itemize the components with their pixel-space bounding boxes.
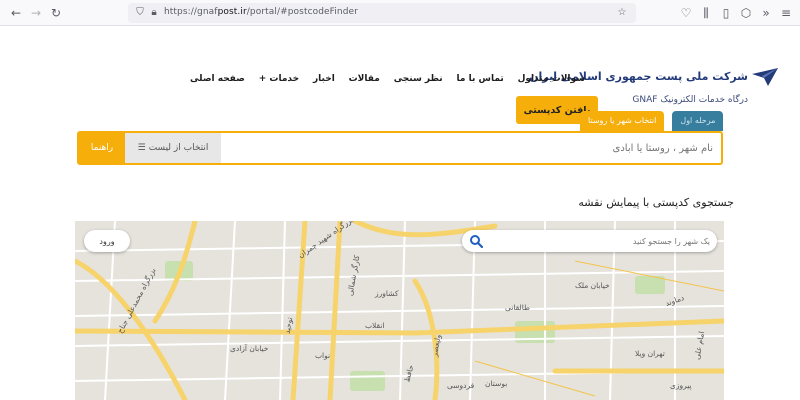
shield-icon[interactable]: ⛉ — [134, 7, 146, 19]
list-icon: ☰ — [137, 143, 146, 153]
browser-toolbar: ← → ↻ ⛉ 🔒︎ https://gnafpost.ir/portal/#p… — [0, 0, 800, 26]
url-text: https://gnafpost.ir/portal/#postcodeFind… — [164, 7, 358, 17]
logo-subtitle: درگاه خدمات الکترونیک GNAF — [632, 95, 748, 105]
finder-tabs: انتخاب شهر یا روستا مرحله اول — [580, 111, 724, 131]
city-search-box: راهنما انتخاب از لیست ☰ — [77, 131, 723, 165]
post-bird-logo-icon[interactable] — [750, 66, 780, 88]
map-label: انقلاب — [365, 321, 385, 330]
overflow-icon[interactable]: » — [758, 5, 774, 21]
map-label: فردوسی — [447, 381, 475, 390]
login-button[interactable]: ورود — [84, 230, 130, 252]
map-label: تهران ویلا — [635, 349, 665, 358]
bookmark-star-icon[interactable]: ☆ — [616, 7, 628, 19]
map-label: خیابان آزادی — [230, 344, 269, 353]
nav-home[interactable]: صفحه اصلی — [190, 74, 245, 84]
tab-select-city[interactable]: انتخاب شهر یا روستا — [580, 111, 665, 131]
map-search-input[interactable] — [490, 230, 710, 252]
map-label: کشاورز — [375, 289, 399, 298]
plus-icon: + — [258, 74, 267, 84]
map-view[interactable]: بزرگراه شهید چمران کارگر شمالی خیابان آز… — [75, 221, 724, 400]
nav-news[interactable]: اخبار — [313, 74, 335, 84]
map-label: پیروزی — [670, 381, 692, 390]
forward-icon[interactable]: → — [28, 5, 44, 21]
back-icon[interactable]: ← — [8, 5, 24, 21]
map-label: بوستان — [485, 379, 508, 388]
nav-services[interactable]: خدمات + — [259, 74, 299, 84]
menu-icon[interactable]: ≡ — [778, 5, 794, 21]
main-nav: صفحه اصلی خدمات + اخبار مقالات نظر سنجی … — [190, 74, 585, 84]
select-from-list-button[interactable]: انتخاب از لیست ☰ — [125, 133, 221, 163]
url-bar[interactable]: ⛉ 🔒︎ https://gnafpost.ir/portal/#postcod… — [128, 3, 636, 23]
map-search-box — [462, 230, 717, 252]
pocket-icon[interactable]: ♡ — [678, 5, 694, 21]
extensions-icon[interactable]: ⬡ — [738, 5, 754, 21]
guide-button[interactable]: راهنما — [79, 133, 125, 163]
nav-articles[interactable]: مقالات — [349, 74, 380, 84]
city-search-input[interactable] — [221, 133, 721, 163]
nav-survey[interactable]: نظر سنجی — [394, 74, 443, 84]
tab-step-one[interactable]: مرحله اول — [672, 111, 724, 131]
map-label: نواب — [315, 351, 331, 360]
library-icon[interactable]: ⫼ — [698, 5, 714, 21]
search-icon[interactable] — [469, 234, 483, 248]
map-section-title: جستجوی کدپستی با پیمایش نقشه — [578, 196, 734, 209]
nav-contact[interactable]: تماس با ما — [457, 74, 504, 84]
map-label: طالقانی — [505, 303, 530, 312]
nav-faq[interactable]: سوالات متداول — [518, 74, 585, 84]
reload-icon[interactable]: ↻ — [48, 5, 64, 21]
lock-icon[interactable]: 🔒︎ — [148, 7, 160, 19]
sidebar-icon[interactable]: ▯ — [718, 5, 734, 21]
map-label: خیابان ملک — [575, 281, 610, 290]
